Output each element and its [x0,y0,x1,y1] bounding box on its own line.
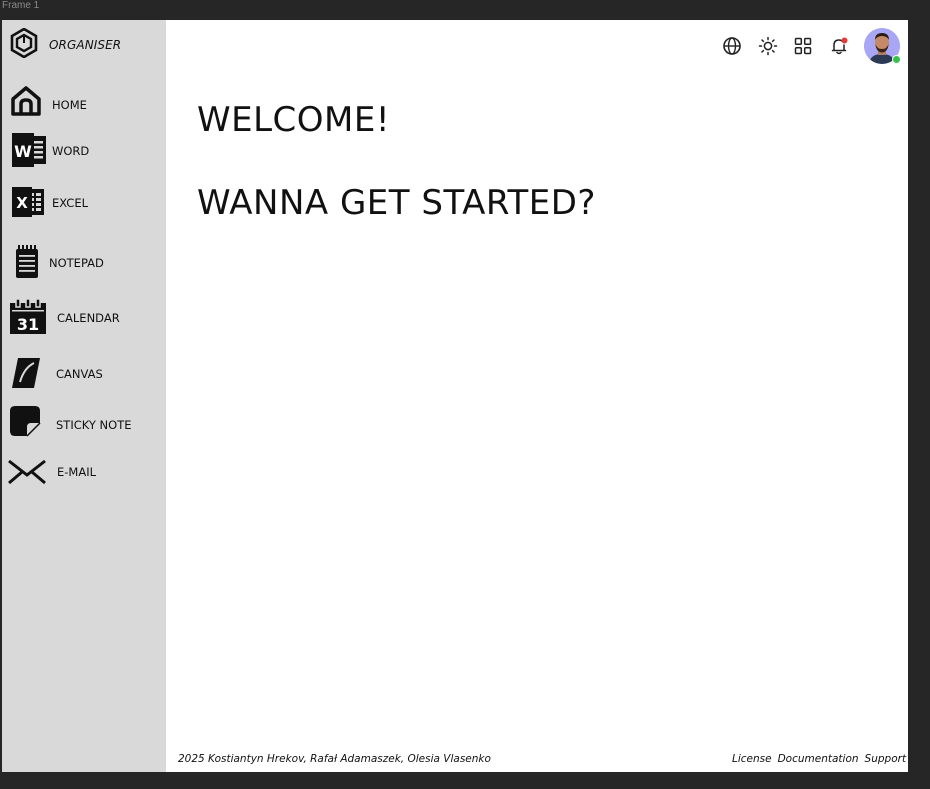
app-frame: ORGANISER HOME W WORD X EXCEL NOTEPAD 31… [2,20,908,772]
logo-icon [10,27,38,62]
sidebar-item-label: WORD [52,144,90,158]
sidebar-item-canvas[interactable]: CANVAS [2,356,166,390]
sidebar-item-label: STICKY NOTE [56,418,132,432]
canvas-icon [12,358,40,392]
online-status-dot [892,55,901,64]
mail-icon [8,458,46,490]
svg-text:W: W [14,142,32,161]
sidebar-item-label: CALENDAR [57,311,120,325]
frame-label: Frame 1 [2,0,40,11]
calendar-icon-date: 31 [17,315,39,334]
avatar[interactable] [864,28,901,64]
footer-credits: 2025 Kostiantyn Hrekov, Rafał Adamaszek,… [178,753,491,765]
sidebar-item-label: HOME [52,98,87,112]
sidebar-item-label: E-MAIL [57,465,97,479]
sidebar-item-sticky-note[interactable]: STICKY NOTE [2,404,166,440]
notification-badge [841,37,848,44]
footer-link-license[interactable]: License [732,753,772,765]
footer-links: License Documentation Support [732,753,906,766]
sidebar-item-word[interactable]: W WORD [2,132,166,168]
word-icon: W [12,133,48,171]
footer-link-documentation[interactable]: Documentation [778,753,859,765]
sidebar: ORGANISER HOME W WORD X EXCEL NOTEPAD 31… [2,20,166,772]
svg-text:X: X [16,194,28,212]
get-started-heading: WANNA GET STARTED? [197,183,596,223]
notepad-icon [15,245,39,283]
sidebar-item-label: CANVAS [56,367,103,381]
sidebar-item-label: EXCEL [52,196,89,210]
sidebar-item-notepad[interactable]: NOTEPAD [2,244,166,280]
footer-link-support[interactable]: Support [865,753,907,765]
sun-icon[interactable] [758,36,778,56]
sidebar-item-excel[interactable]: X EXCEL [2,184,166,220]
welcome-heading: WELCOME! [197,100,390,140]
home-icon [10,85,42,121]
calendar-icon: 31 [10,298,46,338]
sidebar-item-label: NOTEPAD [49,256,104,270]
app-logo[interactable]: ORGANISER [10,27,122,62]
sidebar-item-email[interactable]: E-MAIL [2,456,166,490]
sidebar-item-home[interactable]: HOME [2,84,166,118]
excel-icon: X [12,187,46,221]
sticky-note-icon [9,405,41,441]
bell-icon[interactable] [829,36,849,56]
main-content: WELCOME! WANNA GET STARTED? 2025 Kostian… [166,20,908,772]
grid-icon[interactable] [793,36,813,56]
sidebar-item-calendar[interactable]: 31 CALENDAR [2,297,166,335]
globe-icon[interactable] [722,36,742,56]
app-name: ORGANISER [49,38,122,52]
